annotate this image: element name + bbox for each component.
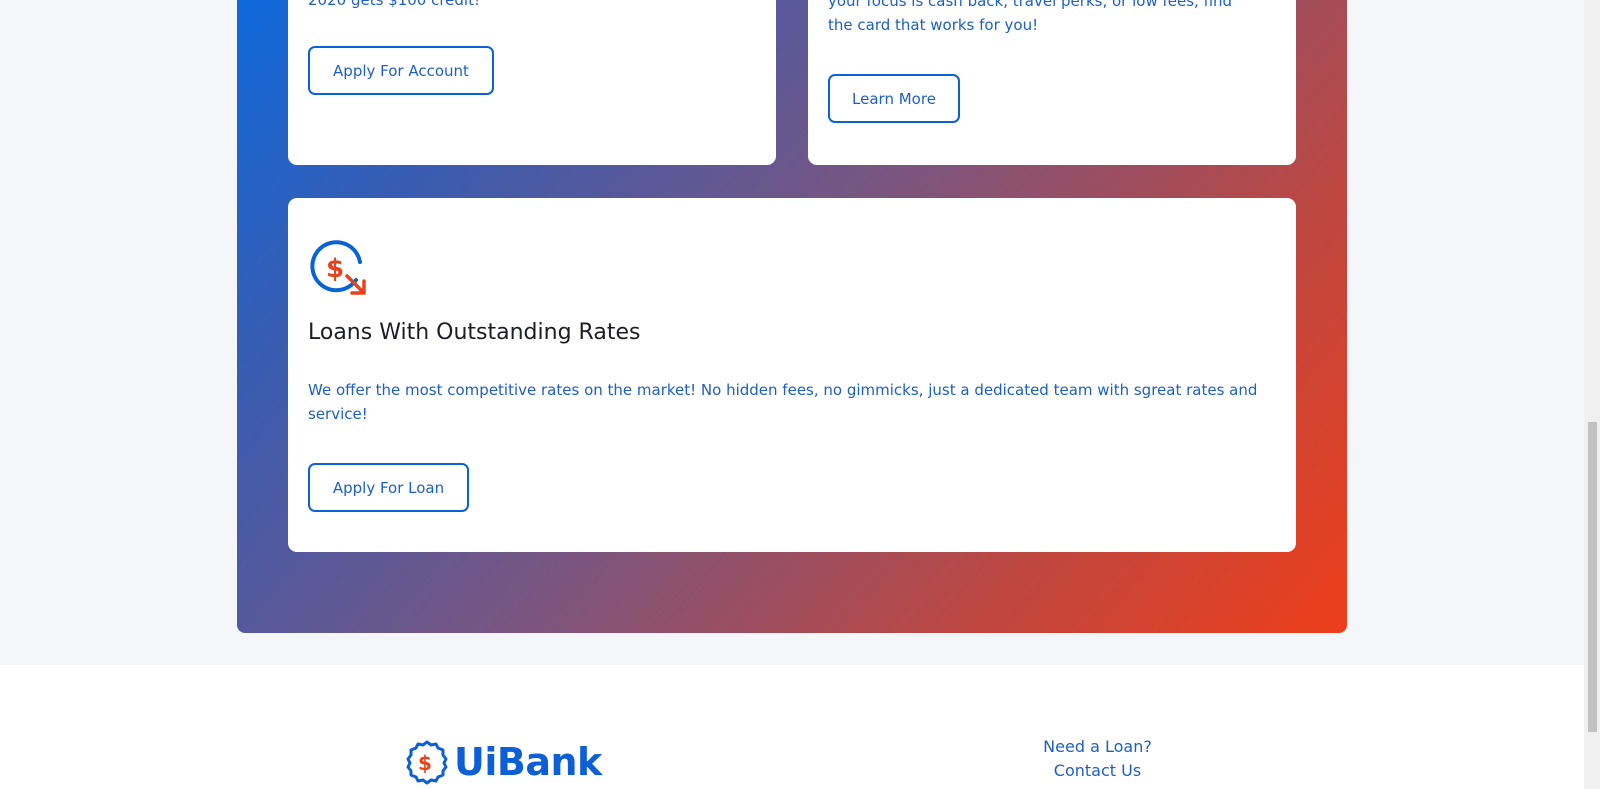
account-card: 2020 gets $100 credit! Apply For Account xyxy=(288,0,776,165)
credit-card-text-line1: your focus is cash back, travel perks, o… xyxy=(828,0,1233,10)
footer-link-contact-us[interactable]: Contact Us xyxy=(1000,759,1195,783)
scrollbar-thumb[interactable] xyxy=(1588,422,1597,732)
credit-card-card: your focus is cash back, travel perks, o… xyxy=(808,0,1296,165)
loans-card-title: Loans With Outstanding Rates xyxy=(308,320,641,345)
svg-text:$: $ xyxy=(418,751,432,775)
credit-card-text-line2: the card that works for you! xyxy=(828,16,1039,34)
loans-card-description: We offer the most competitive rates on t… xyxy=(308,381,1258,423)
footer-links: Need a Loan? Contact Us xyxy=(1000,735,1195,783)
apply-for-loan-button[interactable]: Apply For Loan xyxy=(308,463,469,512)
footer-link-need-a-loan[interactable]: Need a Loan? xyxy=(1000,735,1195,759)
vertical-scrollbar[interactable] xyxy=(1584,0,1600,789)
footer: $ UiBank Need a Loan? Contact Us xyxy=(0,665,1584,789)
loans-card: $ Loans With Outstanding Rates We offer … xyxy=(288,198,1296,552)
dollar-down-arrow-icon: $ xyxy=(310,240,366,295)
logo-text: UiBank xyxy=(454,740,602,784)
account-card-text: 2020 gets $100 credit! xyxy=(308,0,480,9)
page-viewport: 2020 gets $100 credit! Apply For Account… xyxy=(0,0,1584,789)
svg-text:$: $ xyxy=(326,254,344,284)
learn-more-button[interactable]: Learn More xyxy=(828,74,960,123)
uibank-badge-icon: $ xyxy=(406,740,448,785)
uibank-logo[interactable]: $ UiBank xyxy=(404,739,602,785)
apply-for-account-button[interactable]: Apply For Account xyxy=(308,46,494,95)
